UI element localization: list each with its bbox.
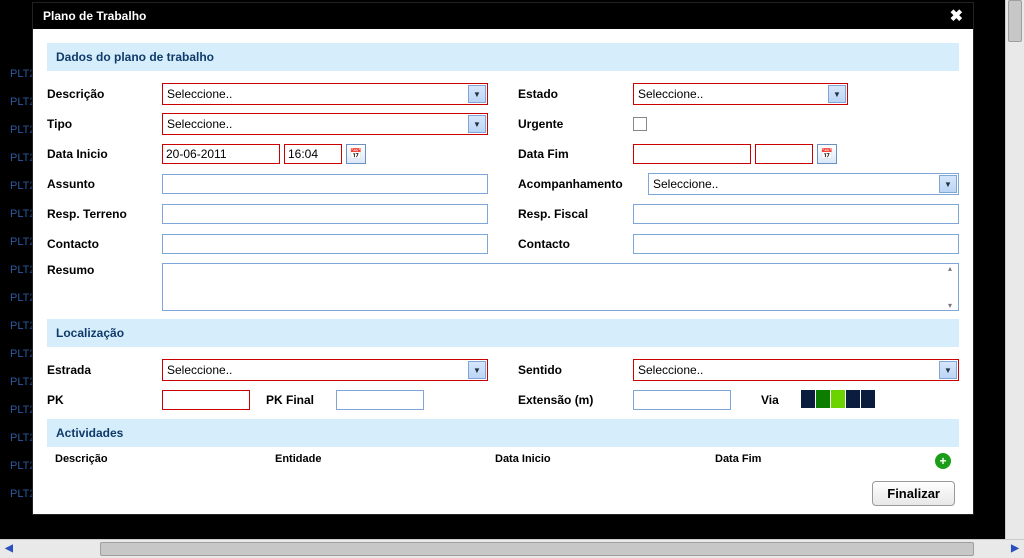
scroll-left-icon[interactable]: ◀ [0,540,18,558]
input-resp-fiscal[interactable] [633,204,959,224]
select-estrada[interactable]: Seleccione.. ▼ [162,359,488,381]
select-sentido[interactable]: Seleccione.. ▼ [633,359,959,381]
scroll-down-icon[interactable]: ▾ [942,301,958,310]
label-resp-terreno: Resp. Terreno [47,207,162,221]
scrollbar-vertical[interactable] [1005,0,1024,540]
col-data-inicio: Data Inicio [495,453,715,469]
label-sentido: Sentido [518,363,633,377]
select-acompanhamento[interactable]: Seleccione.. ▼ [648,173,959,195]
chevron-down-icon: ▼ [939,175,957,193]
col-entidade: Entidade [275,453,495,469]
titlebar: Plano de Trabalho ✖ [33,3,973,29]
label-estado: Estado [518,87,633,101]
chevron-down-icon: ▼ [828,85,846,103]
label-extensao: Extensão (m) [518,393,633,407]
input-contacto-right[interactable] [633,234,959,254]
label-tipo: Tipo [47,117,162,131]
label-resumo: Resumo [47,263,162,277]
label-via: Via [761,393,801,407]
chevron-down-icon: ▼ [939,361,957,379]
window-title: Plano de Trabalho [43,9,146,23]
label-urgente: Urgente [518,117,633,131]
input-pk[interactable] [162,390,250,410]
add-actividade-button[interactable]: + [935,453,951,469]
chevron-down-icon: ▼ [468,115,486,133]
label-resp-fiscal: Resp. Fiscal [518,207,633,221]
actividades-columns: Descrição Entidade Data Inicio Data Fim … [47,447,959,475]
label-contacto-right: Contacto [518,237,633,251]
label-estrada: Estrada [47,363,162,377]
via-swatches[interactable] [801,390,876,411]
label-pk-final: PK Final [266,393,336,407]
input-data-fim-time[interactable] [755,144,813,164]
label-data-fim: Data Fim [518,147,633,161]
scroll-right-icon[interactable]: ▶ [1006,540,1024,558]
input-data-fim-date[interactable] [633,144,751,164]
select-estado[interactable]: Seleccione.. ▼ [633,83,848,105]
label-data-inicio: Data Inicio [47,147,162,161]
input-extensao[interactable] [633,390,731,410]
label-contacto-left: Contacto [47,237,162,251]
checkbox-urgente[interactable] [633,117,647,131]
section-loc-header: Localização [47,319,959,347]
input-data-inicio-date[interactable] [162,144,280,164]
scroll-up-icon[interactable]: ▴ [942,264,958,273]
calendar-icon[interactable]: 📅 [346,144,366,164]
section-act-header: Actividades [47,419,959,447]
select-tipo[interactable]: Seleccione.. ▼ [162,113,488,135]
section-dados-header: Dados do plano de trabalho [47,43,959,71]
input-contacto-left[interactable] [162,234,488,254]
col-descricao: Descrição [55,453,275,469]
label-descricao: Descrição [47,87,162,101]
dialog-plano-trabalho: Plano de Trabalho ✖ Dados do plano de tr… [32,2,974,515]
textarea-resumo[interactable]: ▴▾ [162,263,959,311]
label-acompanhamento: Acompanhamento [518,177,648,191]
close-icon[interactable]: ✖ [950,6,963,26]
input-assunto[interactable] [162,174,488,194]
calendar-icon[interactable]: 📅 [817,144,837,164]
scrollbar-horizontal[interactable]: ◀ ▶ [0,539,1024,558]
label-assunto: Assunto [47,177,162,191]
col-data-fim: Data Fim [715,453,935,469]
input-resp-terreno[interactable] [162,204,488,224]
input-pk-final[interactable] [336,390,424,410]
chevron-down-icon: ▼ [468,361,486,379]
label-pk: PK [47,393,162,407]
input-data-inicio-time[interactable] [284,144,342,164]
chevron-down-icon: ▼ [468,85,486,103]
finalizar-button[interactable]: Finalizar [872,481,955,506]
select-descricao[interactable]: Seleccione.. ▼ [162,83,488,105]
